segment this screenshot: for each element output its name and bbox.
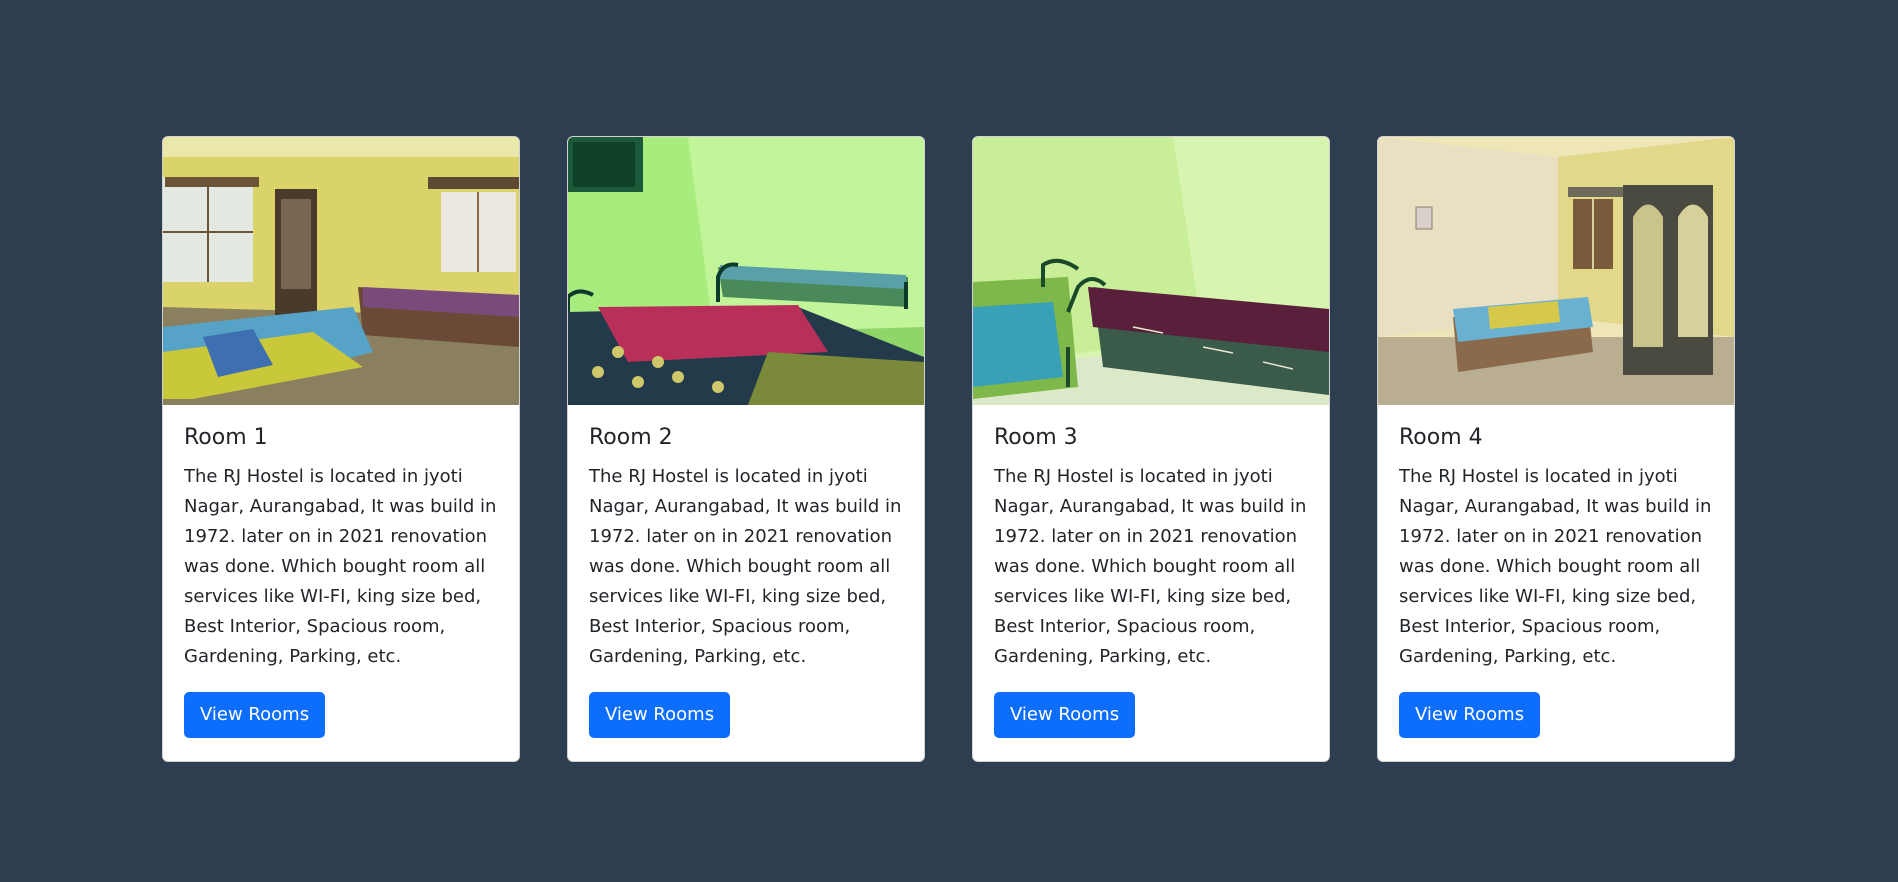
view-rooms-button-4[interactable]: View Rooms <box>1399 692 1541 738</box>
view-rooms-button-2[interactable]: View Rooms <box>589 692 731 738</box>
room-3-description: The RJ Hostel is located in jyoti Nagar,… <box>994 466 1307 667</box>
room-card-2: Room 2 The RJ Hostel is located in jyoti… <box>567 136 925 762</box>
room-3-photo <box>973 137 1329 405</box>
room-card-3: Room 3 The RJ Hostel is located in jyoti… <box>972 136 1330 762</box>
room-4-body: Room 4 The RJ Hostel is located in jyoti… <box>1378 423 1734 738</box>
room-2-body: Room 2 The RJ Hostel is located in jyoti… <box>568 423 924 738</box>
room-card-1: Room 1 The RJ Hostel is located in jyoti… <box>162 136 520 762</box>
room-1-body: Room 1 The RJ Hostel is located in jyoti… <box>163 423 519 738</box>
room-3-body: Room 3 The RJ Hostel is located in jyoti… <box>973 423 1329 738</box>
room-1-description: The RJ Hostel is located in jyoti Nagar,… <box>184 466 497 667</box>
room-1-photo <box>163 137 519 405</box>
view-rooms-button-3[interactable]: View Rooms <box>994 692 1136 738</box>
view-rooms-button-1[interactable]: View Rooms <box>184 692 326 738</box>
room-3-title: Room 3 <box>994 425 1078 450</box>
room-card-4: Room 4 The RJ Hostel is located in jyoti… <box>1377 136 1735 762</box>
room-1-title: Room 1 <box>184 425 268 450</box>
room-2-title: Room 2 <box>589 425 673 450</box>
room-2-photo <box>568 137 924 405</box>
room-4-title: Room 4 <box>1399 425 1483 450</box>
room-2-description: The RJ Hostel is located in jyoti Nagar,… <box>589 466 902 667</box>
room-4-description: The RJ Hostel is located in jyoti Nagar,… <box>1399 466 1712 667</box>
room-4-photo <box>1378 137 1734 405</box>
